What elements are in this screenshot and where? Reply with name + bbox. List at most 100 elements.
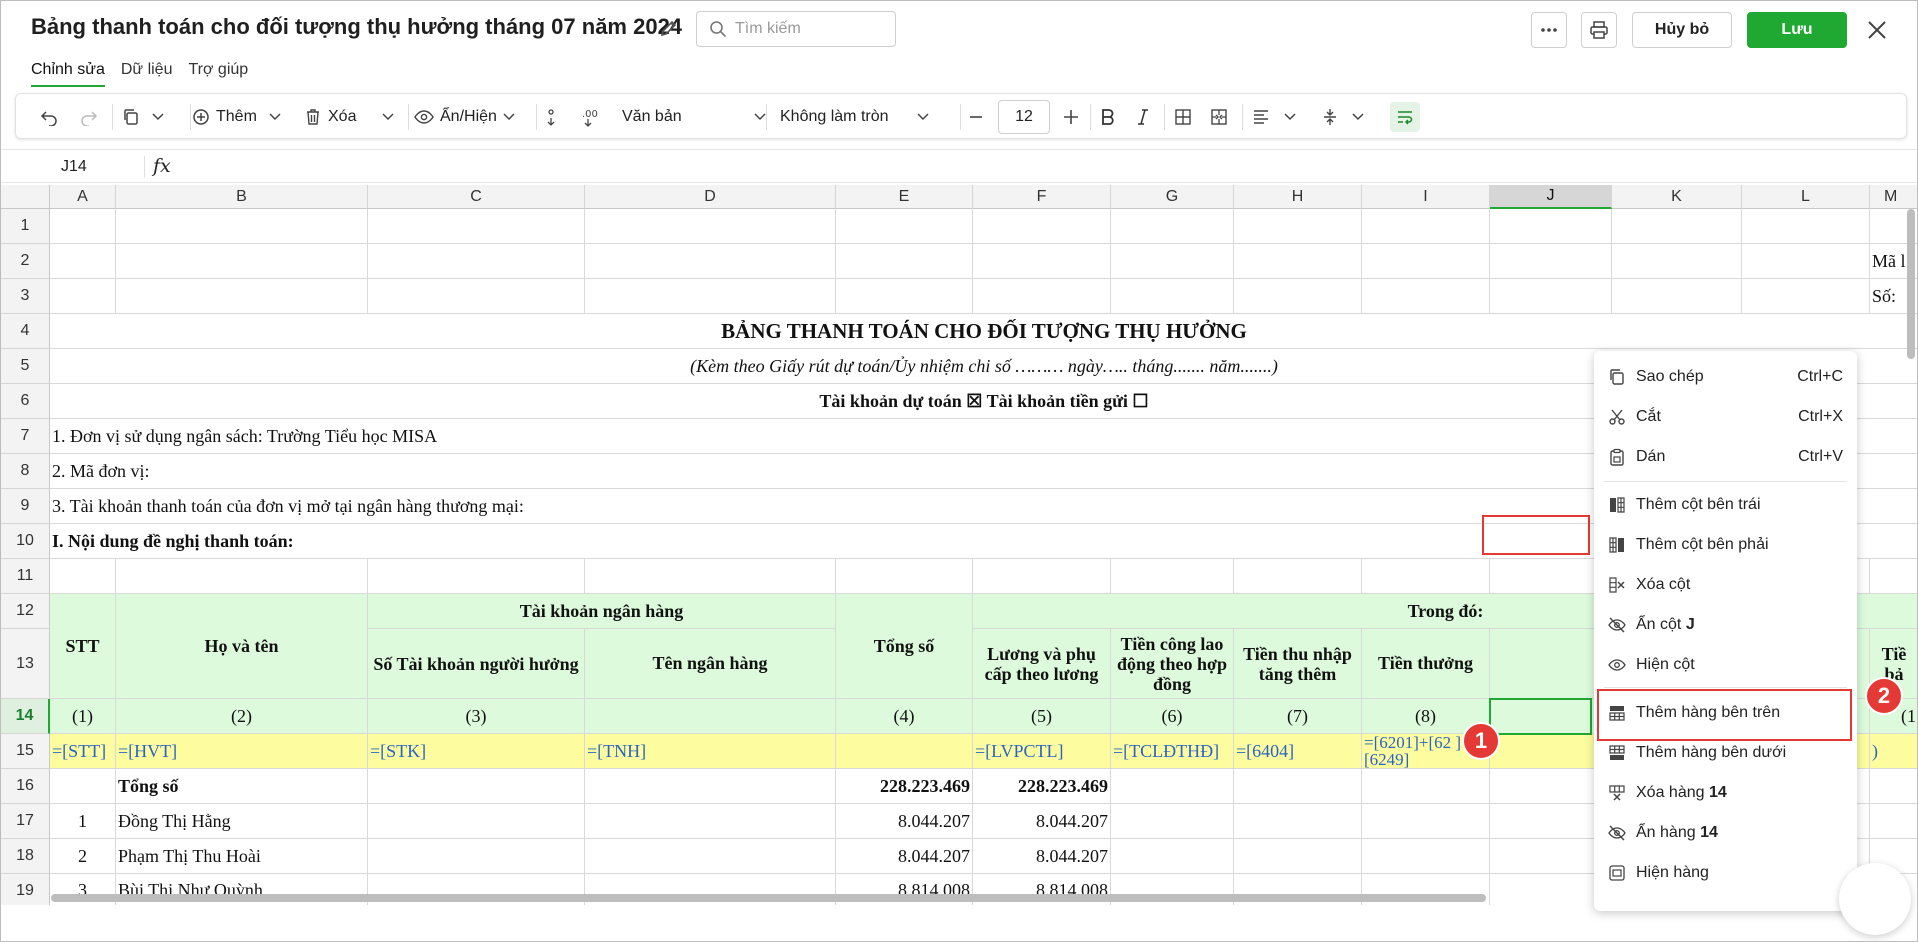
row-header-17[interactable]: 17	[1, 804, 50, 839]
cell-d2[interactable]	[585, 244, 836, 279]
copy-format-button[interactable]	[122, 94, 164, 140]
cell-g14[interactable]: (6)	[1111, 699, 1234, 734]
row-header-13[interactable]: 13	[1, 629, 50, 699]
menu-item-hide-col[interactable]: Ẩn cột J	[1594, 607, 1857, 643]
cell-c1[interactable]	[368, 209, 585, 244]
cell-g3[interactable]	[1111, 279, 1234, 314]
cell-a14[interactable]: (1)	[50, 699, 116, 734]
column-header-f[interactable]: F	[973, 185, 1111, 209]
cell-f14[interactable]: (5)	[973, 699, 1111, 734]
borders-button[interactable]	[1174, 94, 1192, 140]
header-account-number[interactable]: Số Tài khoản người hưởng	[368, 629, 585, 699]
undo-button[interactable]	[40, 94, 58, 140]
cell-d15[interactable]: =[TNH]	[585, 734, 836, 769]
vertical-align-button[interactable]	[1322, 94, 1364, 140]
cell-c2[interactable]	[368, 244, 585, 279]
cell-g17[interactable]	[1111, 804, 1234, 839]
cell-h16[interactable]	[1234, 769, 1362, 804]
row-header-11[interactable]: 11	[1, 559, 50, 594]
bold-button[interactable]	[1100, 94, 1116, 140]
cell-h17[interactable]	[1234, 804, 1362, 839]
row-header-8[interactable]: 8	[1, 454, 50, 489]
header-bank-name[interactable]: Tên ngân hàng	[585, 629, 836, 699]
cell-i3[interactable]	[1362, 279, 1490, 314]
cell-d14[interactable]	[585, 699, 836, 734]
cell-g18[interactable]	[1111, 839, 1234, 874]
row-header-7[interactable]: 7	[1, 419, 50, 454]
cell-e15[interactable]	[836, 734, 973, 769]
table-row-salary[interactable]: 8.044.207	[973, 804, 1111, 839]
italic-button[interactable]	[1136, 94, 1150, 140]
cell-a3[interactable]	[50, 279, 116, 314]
row-header-10[interactable]: 10	[1, 524, 50, 559]
menu-item-hide-row[interactable]: Ẩn hàng 14	[1594, 815, 1857, 851]
column-header-g[interactable]: G	[1111, 185, 1234, 209]
cell-f11[interactable]	[973, 559, 1111, 594]
row-header-1[interactable]: 1	[1, 209, 50, 244]
cell-l2[interactable]	[1742, 244, 1870, 279]
column-header-m[interactable]: M	[1870, 185, 1917, 209]
show-hide-button[interactable]: Ẩn/Hiện	[414, 94, 515, 140]
cell-d3[interactable]	[585, 279, 836, 314]
cell-g1[interactable]	[1111, 209, 1234, 244]
cell-d16[interactable]	[585, 769, 836, 804]
row-header-4[interactable]: 4	[1, 314, 50, 349]
cell-h2[interactable]	[1234, 244, 1362, 279]
decrease-decimal-button[interactable]	[546, 94, 562, 140]
row-header-3[interactable]: 3	[1, 279, 50, 314]
cell-h18[interactable]	[1234, 839, 1362, 874]
wrap-text-button[interactable]	[1390, 102, 1420, 132]
cancel-button[interactable]: Hủy bỏ	[1632, 12, 1732, 48]
delete-button[interactable]: Xóa	[304, 94, 394, 140]
menu-item-insert-row-below[interactable]: Thêm hàng bên dưới	[1594, 735, 1857, 771]
cell-c11[interactable]	[368, 559, 585, 594]
menu-item-show-row[interactable]: Hiện hàng	[1594, 855, 1857, 891]
horizontal-scrollbar[interactable]	[51, 894, 1486, 902]
cell-f2[interactable]	[973, 244, 1111, 279]
help-bubble[interactable]	[1839, 863, 1911, 935]
table-row-total[interactable]: 8.044.207	[836, 839, 973, 874]
column-header-h[interactable]: H	[1234, 185, 1362, 209]
cell-i18[interactable]	[1362, 839, 1490, 874]
cell-h1[interactable]	[1234, 209, 1362, 244]
cell-m11[interactable]	[1870, 559, 1917, 594]
format-select[interactable]: Văn bản	[616, 94, 766, 140]
cell-f15[interactable]: =[LVPCTL]	[973, 734, 1111, 769]
cell-b3[interactable]	[116, 279, 368, 314]
total-amount[interactable]: 228.223.469	[836, 769, 973, 804]
table-row-stt[interactable]: 1	[50, 804, 116, 839]
row-header-2[interactable]: 2	[1, 244, 50, 279]
row-header-19[interactable]: 19	[1, 874, 50, 905]
cell-j3[interactable]	[1490, 279, 1612, 314]
cell-i17[interactable]	[1362, 804, 1490, 839]
increase-decimal-button[interactable]: .00	[582, 94, 602, 140]
row-header-6[interactable]: 6	[1, 384, 50, 419]
row-header-14[interactable]: 14	[1, 699, 50, 734]
menu-item-paste[interactable]: Dán Ctrl+V	[1594, 439, 1857, 475]
search-input[interactable]	[735, 20, 885, 38]
cell-i1[interactable]	[1362, 209, 1490, 244]
menu-item-show-col[interactable]: Hiện cột	[1594, 647, 1857, 683]
row-header-16[interactable]: 16	[1, 769, 50, 804]
cell-h14[interactable]: (7)	[1234, 699, 1362, 734]
cell-k2[interactable]	[1612, 244, 1742, 279]
menu-item-delete-col[interactable]: Xóa cột	[1594, 567, 1857, 603]
cell-a11[interactable]	[50, 559, 116, 594]
row-header-12[interactable]: 12	[1, 594, 50, 629]
column-header-i[interactable]: I	[1362, 185, 1490, 209]
menu-item-cut[interactable]: Cắt Ctrl+X	[1594, 399, 1857, 435]
align-button[interactable]	[1252, 94, 1296, 140]
cell-d11[interactable]	[585, 559, 836, 594]
cell-j1[interactable]	[1490, 209, 1612, 244]
rounding-select[interactable]: Không làm tròn	[774, 94, 929, 140]
table-row-name[interactable]: Đồng Thị Hằng	[116, 804, 368, 839]
table-row-stt[interactable]: 2	[50, 839, 116, 874]
cell-h11[interactable]	[1234, 559, 1362, 594]
cell-i11[interactable]	[1362, 559, 1490, 594]
chevron-down-icon[interactable]	[1352, 113, 1364, 121]
menu-item-copy[interactable]: Sao chép Ctrl+C	[1594, 359, 1857, 395]
row-header-9[interactable]: 9	[1, 489, 50, 524]
cell-reference[interactable]: J14	[61, 158, 87, 176]
header-total[interactable]: Tổng số	[836, 594, 973, 699]
cell-i2[interactable]	[1362, 244, 1490, 279]
